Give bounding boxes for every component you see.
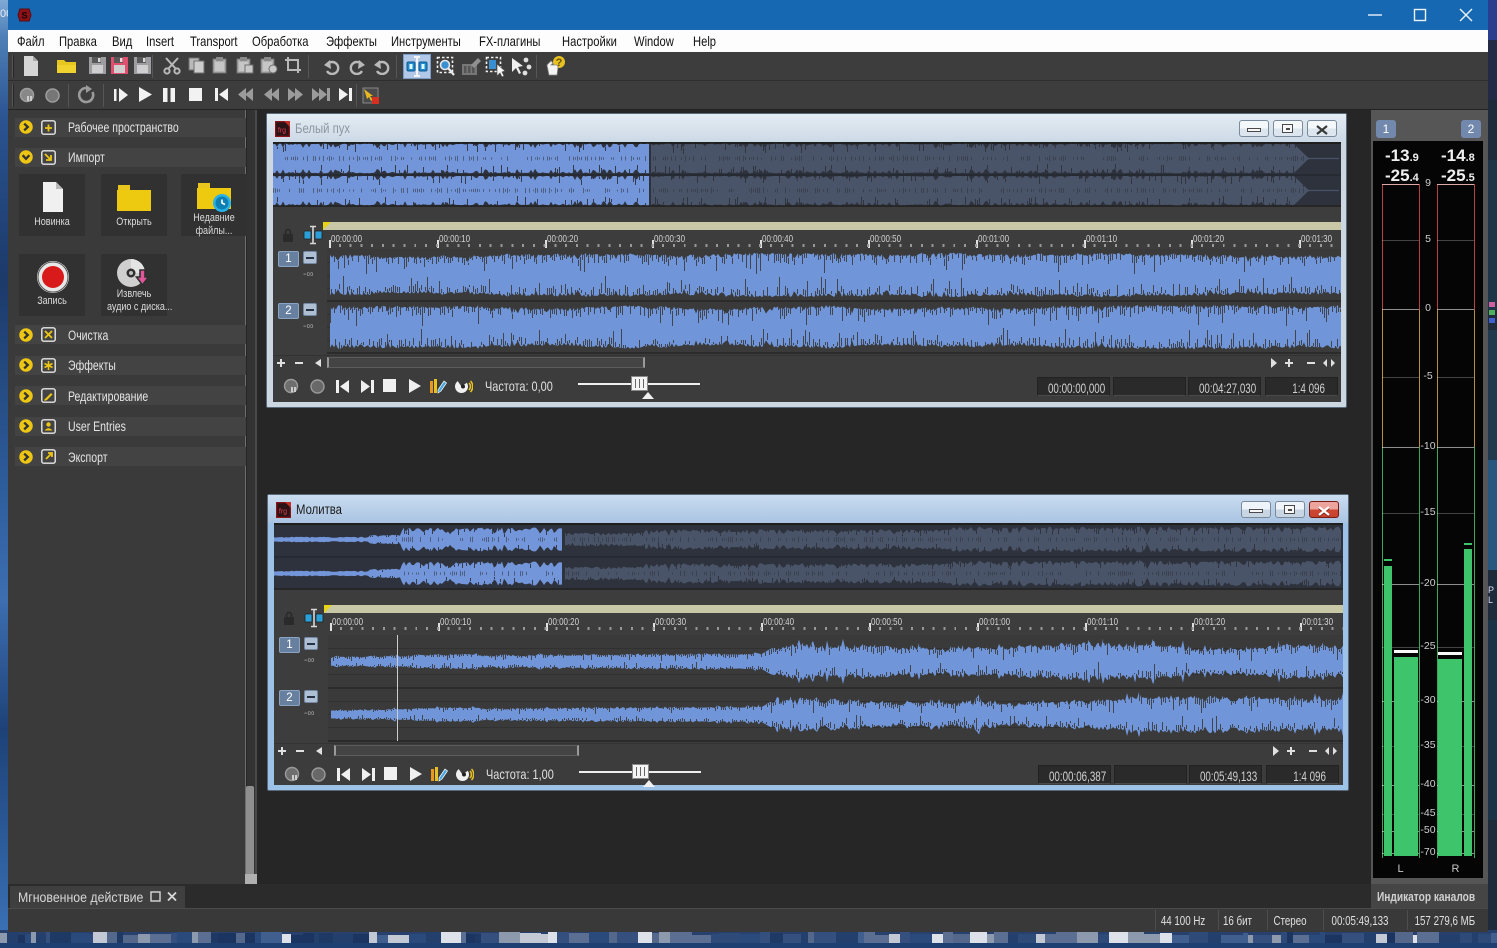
- svg-text:frg: frg: [279, 509, 287, 516]
- svg-text:S: S: [21, 10, 27, 20]
- svg-text:frg: frg: [278, 128, 286, 135]
